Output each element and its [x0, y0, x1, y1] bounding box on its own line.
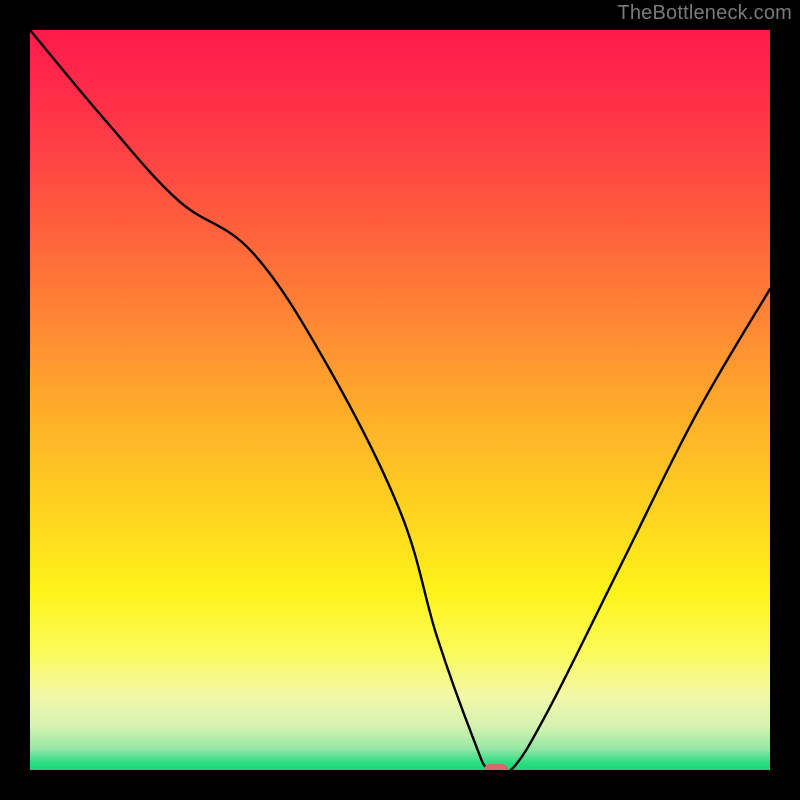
- optimal-point-marker: [484, 764, 508, 770]
- plot-area: [30, 30, 770, 770]
- watermark-text: TheBottleneck.com: [617, 2, 792, 25]
- chart-frame: TheBottleneck.com: [0, 0, 800, 800]
- bottleneck-curve: [30, 30, 770, 770]
- curve-path: [30, 30, 770, 770]
